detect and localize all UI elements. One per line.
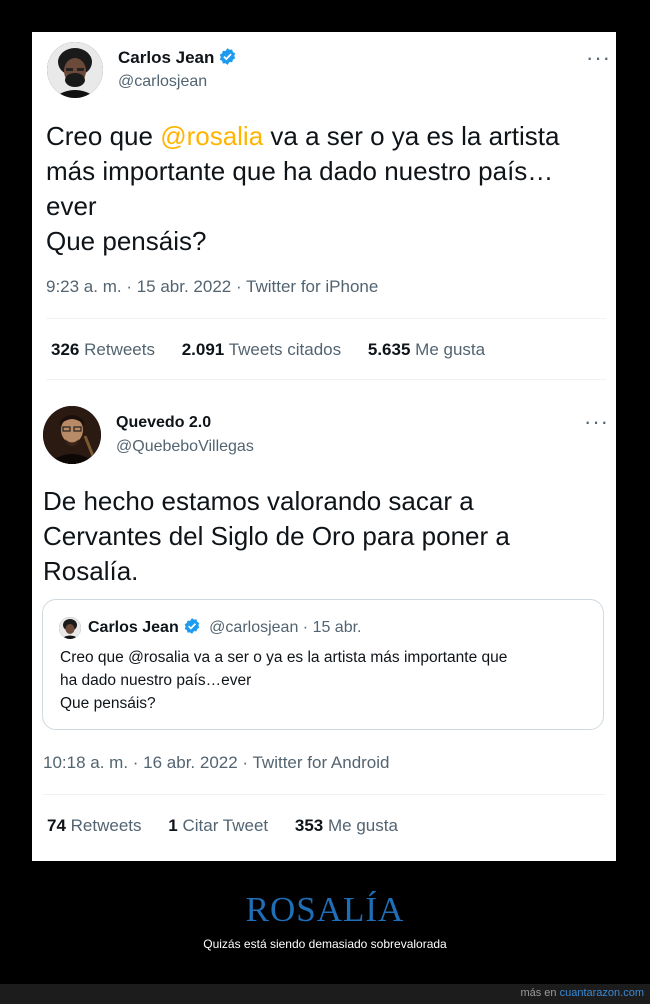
tweet-text: De hecho estamos valorando sacar a Cerva… [43,484,510,589]
quoted-line: Creo que @rosalia va a ser o ya es la ar… [60,649,508,666]
stat-number: 1 [168,816,178,835]
more-horizontal-icon[interactable]: ··· [584,411,609,433]
quoted-handle-date: @carlosjean · 15 abr. [209,619,362,636]
quoted-tweet[interactable]: Carlos Jean @carlosjean · 15 abr. Creo q… [42,599,604,730]
author-name[interactable]: Quevedo 2.0 [116,414,211,432]
quoted-author-name: Carlos Jean @carlosjean · 15 abr. [88,617,362,640]
site-credit: más en cuantarazon.com [520,987,644,999]
stat-number: 353 [294,816,324,835]
tweet-stats: 74 Retweets 1 Citar Tweet 353 Me gusta [47,816,398,836]
stat-label: Me gusta [327,816,398,835]
stat-label: Retweets [70,816,142,835]
tweet-line: Rosalía. [43,556,139,586]
likes-stat[interactable]: 353 Me gusta [295,816,398,836]
site-footer-bar: más en cuantarazon.com [0,984,650,1004]
post-title: ROSALÍA [245,890,405,929]
quoted-name-text: Carlos Jean [88,619,179,636]
quoted-line: ha dado nuestro país…ever [60,672,252,689]
author-handle[interactable]: @QuebeboVillegas [116,438,254,456]
tweet-timestamp[interactable]: 10:18 a. m. · 16 abr. 2022 · Twitter for… [43,753,390,773]
tweet-line: Cervantes del Siglo de Oro para poner a [43,521,510,551]
avatar [59,617,81,639]
quoted-line: Que pensáis? [60,695,156,712]
stat-number: 74 [47,816,66,835]
verified-badge-icon [183,617,201,640]
divider [43,794,605,795]
quote-tweets-stat[interactable]: 1 Citar Tweet [168,816,268,836]
credit-prefix: más en [520,987,560,999]
tweet-line: De hecho estamos valorando sacar a [43,486,474,516]
stat-label: Citar Tweet [182,816,269,835]
avatar[interactable] [43,406,101,464]
post-subtitle: Quizás está siendo demasiado sobrevalora… [203,937,447,951]
screenshot-frame: Carlos Jean @carlosjean ··· Creo que @ro… [32,32,616,861]
tweet-quevedo: Quevedo 2.0 @QuebeboVillegas ··· De hech… [33,33,615,862]
site-link[interactable]: cuantarazon.com [560,987,644,999]
quoted-text: Creo que @rosalia va a ser o ya es la ar… [60,646,507,715]
retweets-stat[interactable]: 74 Retweets [47,816,142,836]
